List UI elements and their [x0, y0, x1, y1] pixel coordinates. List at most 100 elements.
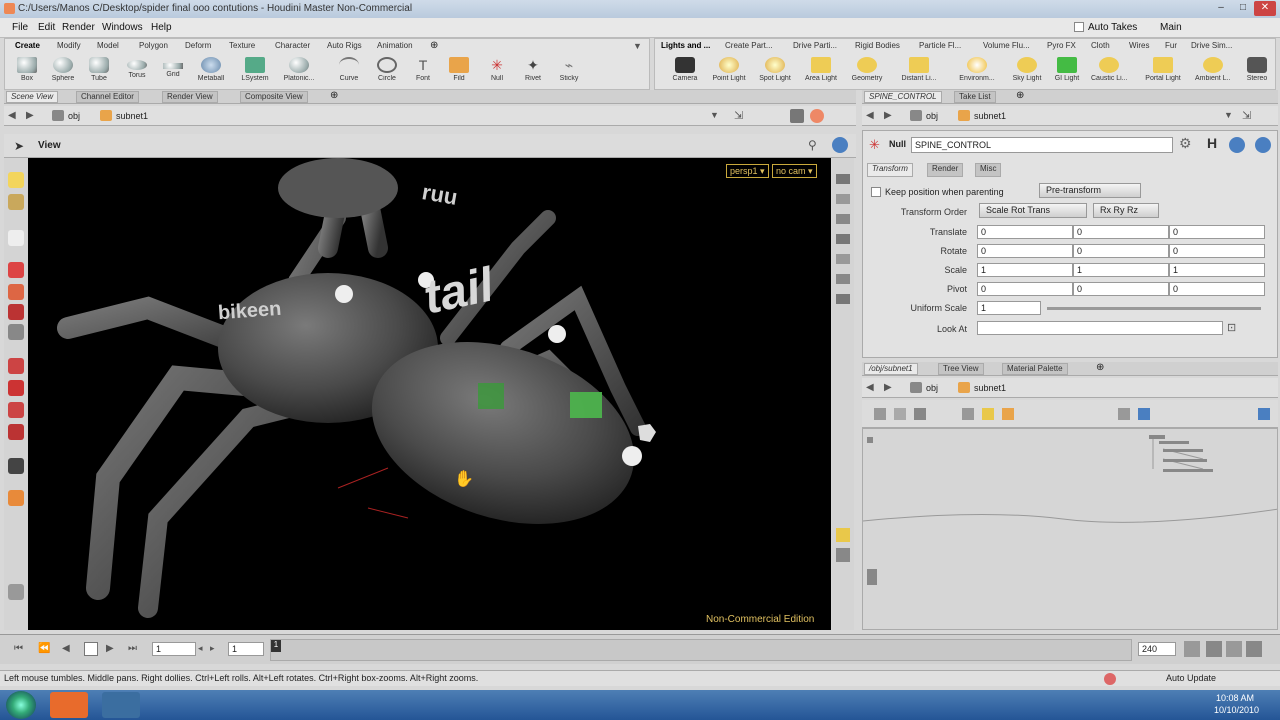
shelf-tab-rigid-bodies[interactable]: Rigid Bodies	[855, 41, 900, 53]
snap-icon[interactable]	[8, 358, 24, 374]
jump-end-icon[interactable]: ⏭	[128, 643, 137, 654]
auto-update-menu[interactable]: Auto Update	[1166, 673, 1216, 683]
play-icon[interactable]: ▶	[106, 643, 114, 654]
stop-icon[interactable]	[84, 642, 98, 656]
params-pin-icon[interactable]: ⇲	[1242, 109, 1251, 122]
tool-area-light[interactable]: Area Light	[803, 57, 839, 89]
ghost-icon[interactable]	[836, 254, 850, 264]
rotate-z-field[interactable]: 0	[1169, 244, 1265, 258]
tool-metaball[interactable]: Metaball	[193, 57, 229, 89]
wireframe-icon[interactable]	[836, 194, 850, 204]
frame-increment-icon[interactable]: ▸	[210, 643, 215, 654]
tool-circle[interactable]: Circle	[369, 57, 405, 89]
view-arrow-icon[interactable]: ➤	[14, 139, 24, 153]
shelf-tab-wires[interactable]: Wires	[1129, 41, 1149, 53]
tool-lsystem[interactable]: LSystem	[237, 57, 273, 89]
forward-arrow-icon[interactable]: ▶	[26, 110, 34, 121]
shelf-tab-particle-fluids[interactable]: Particle Fl...	[919, 41, 961, 53]
playback-options-icon[interactable]	[1246, 641, 1262, 657]
pre-transform-menu[interactable]: Pre-transform	[1039, 183, 1141, 198]
add-tab-icon[interactable]: ⊕	[330, 90, 338, 101]
tab-take-list[interactable]: Take List	[954, 91, 996, 103]
shelf-tab-model[interactable]: Model	[97, 41, 119, 53]
shelf-tab-animation[interactable]: Animation	[377, 41, 413, 53]
wire-icon[interactable]	[8, 402, 24, 418]
current-frame-field[interactable]: 1	[152, 642, 196, 656]
zoom-icon[interactable]	[1138, 408, 1150, 420]
view-tool-icon[interactable]	[8, 458, 24, 474]
key-icon[interactable]	[1184, 641, 1200, 657]
tool-geometry-light[interactable]: Geometry	[849, 57, 885, 89]
add-shelf-icon[interactable]: ⊕	[430, 40, 438, 51]
uniform-scale-field[interactable]: 1	[977, 301, 1041, 315]
tab-render-view[interactable]: Render View	[162, 91, 218, 103]
frame-decrement-icon[interactable]: ◂	[198, 643, 203, 654]
add-network-tab-icon[interactable]: ⊕	[1096, 362, 1104, 373]
shelf-tab-deform[interactable]: Deform	[185, 41, 211, 53]
params-path-root[interactable]: obj	[926, 111, 938, 121]
shelf-tab-lights[interactable]: Lights and ...	[661, 41, 710, 53]
add-param-tab-icon[interactable]: ⊕	[1016, 90, 1024, 101]
handle-icon[interactable]	[8, 324, 24, 340]
tool-caustic-light[interactable]: Caustic Li...	[1091, 57, 1127, 89]
params-back-arrow-icon[interactable]: ◀	[866, 110, 874, 121]
translate-y-field[interactable]: 0	[1073, 225, 1169, 239]
menu-windows[interactable]: Windows	[102, 22, 143, 33]
pivot-x-field[interactable]: 0	[977, 282, 1073, 296]
list-view-icon[interactable]	[894, 408, 906, 420]
tool-box[interactable]: Box	[9, 57, 45, 89]
tab-spine-control[interactable]: SPINE_CONTROL	[864, 91, 942, 103]
pivot-z-field[interactable]: 0	[1169, 282, 1265, 296]
tab-channel-editor[interactable]: Channel Editor	[76, 91, 139, 103]
scene-viewport[interactable]: ✋ tail bikeen ruu persp1 ▾ no cam ▾ Non-…	[28, 158, 831, 630]
tool-sky-light[interactable]: Sky Light	[1009, 57, 1045, 89]
select-icon[interactable]	[8, 172, 24, 188]
shelf-tab-drive-simulation[interactable]: Drive Sim...	[1191, 41, 1232, 53]
tool-gi-light[interactable]: GI Light	[1049, 57, 1085, 89]
start-frame-field[interactable]: 1	[228, 642, 264, 656]
viewport-layout-icon[interactable]	[836, 548, 850, 562]
pin-icon[interactable]: ⇲	[734, 109, 743, 122]
rotation-order-menu[interactable]: Rx Ry Rz	[1093, 203, 1159, 218]
network-path-node[interactable]: subnet1	[974, 383, 1006, 393]
houdini-help-icon[interactable]: H	[1207, 135, 1217, 151]
step-back-icon[interactable]: ⏪	[38, 643, 50, 654]
cam-menu[interactable]: no cam ▾	[772, 164, 817, 178]
menu-file[interactable]: File	[12, 22, 28, 33]
display-icon[interactable]	[836, 174, 850, 184]
shelf-tab-create[interactable]: Create	[15, 41, 40, 53]
camera-icon[interactable]	[8, 584, 24, 600]
scale-x-field[interactable]: 1	[977, 263, 1073, 277]
tab-network-path[interactable]: /obj/subnet1	[864, 363, 918, 375]
tool-grid[interactable]: Grid	[155, 57, 191, 89]
shelf-tab-fur[interactable]: Fur	[1165, 41, 1177, 53]
tool-stereo-camera[interactable]: Stereo	[1239, 57, 1275, 89]
play-reverse-icon[interactable]: ◀	[62, 643, 70, 654]
tab-tree-view[interactable]: Tree View	[938, 363, 984, 375]
points-icon[interactable]	[836, 274, 850, 284]
scale-icon[interactable]	[8, 304, 24, 320]
shelf-tab-polygon[interactable]: Polygon	[139, 41, 168, 53]
shelf-tab-cloth[interactable]: Cloth	[1091, 41, 1110, 53]
auto-takes-checkbox[interactable]	[1074, 22, 1084, 32]
param-tab-render[interactable]: Render	[927, 163, 964, 177]
error-icon[interactable]	[1104, 673, 1116, 685]
tool-font[interactable]: T Font	[405, 57, 441, 89]
tile-view-icon[interactable]	[874, 408, 886, 420]
tab-scene-view[interactable]: Scene View	[6, 91, 59, 103]
help-icon[interactable]	[832, 137, 848, 153]
menu-render[interactable]: Render	[62, 22, 95, 33]
translate-x-field[interactable]: 0	[977, 225, 1073, 239]
rotate-x-field[interactable]: 0	[977, 244, 1073, 258]
shelf-tab-create-particles[interactable]: Create Part...	[725, 41, 773, 53]
shelf-tab-volume-fluids[interactable]: Volume Flu...	[983, 41, 1030, 53]
rotate-icon[interactable]	[8, 284, 24, 300]
uniform-scale-slider[interactable]	[1047, 307, 1261, 310]
params-forward-arrow-icon[interactable]: ▶	[884, 110, 892, 121]
normals-icon[interactable]	[836, 294, 850, 304]
tool-torus[interactable]: Torus	[119, 57, 155, 89]
tab-composite-view[interactable]: Composite View	[240, 91, 308, 103]
magnet-icon[interactable]	[8, 380, 24, 396]
scale-y-field[interactable]: 1	[1073, 263, 1169, 277]
flag-icon[interactable]	[1118, 408, 1130, 420]
